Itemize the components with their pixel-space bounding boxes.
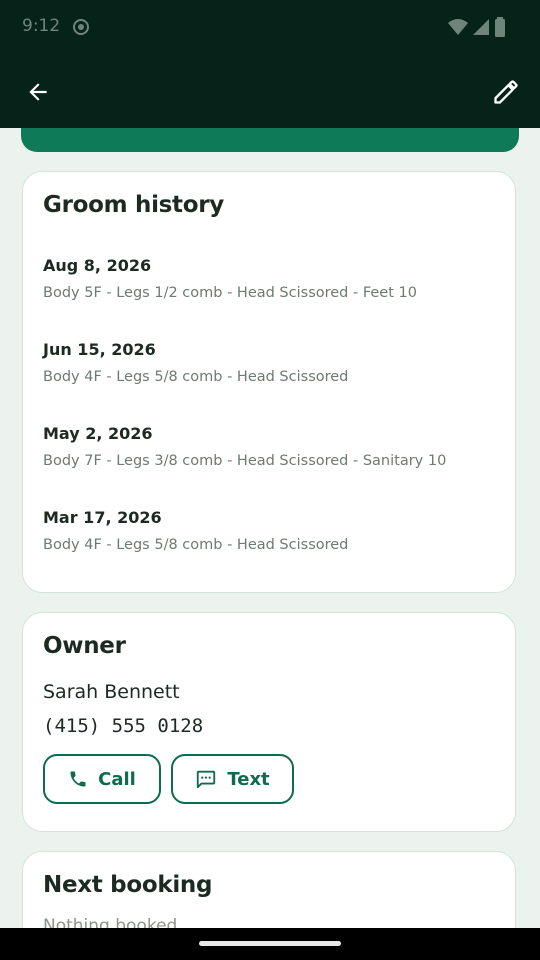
next-booking-empty-text: Nothing booked (43, 916, 178, 928)
system-navigation-bar (0, 928, 540, 960)
owner-phone: (415) 555 0128 (43, 715, 204, 737)
battery-icon (495, 17, 505, 37)
message-icon (197, 770, 216, 789)
history-entry[interactable]: May 2, 2026 Body 7F - Legs 3/8 comb - He… (43, 424, 495, 469)
edit-button[interactable] (486, 72, 526, 112)
owner-card: Owner Sarah Bennett (415) 555 0128 Call … (22, 612, 516, 832)
app-bar (0, 56, 540, 128)
owner-name: Sarah Bennett (43, 681, 180, 703)
history-entry-date: Mar 17, 2026 (43, 508, 162, 527)
groom-history-card: Groom history Aug 8, 2026 Body 5F - Legs… (22, 171, 516, 593)
home-gesture-handle[interactable] (199, 941, 341, 946)
back-arrow-icon (29, 83, 47, 101)
history-entry-date: Aug 8, 2026 (43, 256, 152, 275)
call-button[interactable]: Call (43, 754, 161, 804)
text-button-label: Text (227, 768, 270, 790)
history-entry[interactable]: Mar 17, 2026 Body 4F - Legs 5/8 comb - H… (43, 508, 495, 553)
history-entry-details: Body 5F - Legs 1/2 comb - Head Scissored… (43, 285, 417, 301)
history-entry[interactable]: Aug 8, 2026 Body 5F - Legs 1/2 comb - He… (43, 256, 495, 301)
owner-title: Owner (43, 633, 126, 659)
status-bar: 9:12 (0, 0, 540, 56)
call-button-label: Call (98, 768, 136, 790)
notification-icon (73, 19, 89, 35)
history-entry-details: Body 7F - Legs 3/8 comb - Head Scissored… (43, 453, 447, 469)
wifi-icon (448, 19, 468, 35)
primary-action-button[interactable] (21, 128, 519, 152)
status-icons (448, 17, 506, 37)
history-entry[interactable]: Jun 15, 2026 Body 4F - Legs 5/8 comb - H… (43, 340, 495, 385)
scroll-content[interactable]: Groom history Aug 8, 2026 Body 5F - Legs… (0, 128, 540, 928)
signal-icon (473, 19, 489, 35)
history-entry-date: Jun 15, 2026 (43, 340, 156, 359)
status-time: 9:12 (22, 16, 61, 36)
text-button[interactable]: Text (171, 754, 294, 804)
history-entry-date: May 2, 2026 (43, 424, 153, 443)
next-booking-card: Next booking Nothing booked (22, 851, 516, 928)
phone-icon (70, 771, 86, 787)
back-button[interactable] (18, 72, 58, 112)
history-entry-details: Body 4F - Legs 5/8 comb - Head Scissored (43, 537, 349, 553)
history-entry-details: Body 4F - Legs 5/8 comb - Head Scissored (43, 369, 349, 385)
next-booking-title: Next booking (43, 872, 213, 898)
pencil-edit-icon (494, 80, 518, 104)
groom-history-title: Groom history (43, 192, 224, 218)
